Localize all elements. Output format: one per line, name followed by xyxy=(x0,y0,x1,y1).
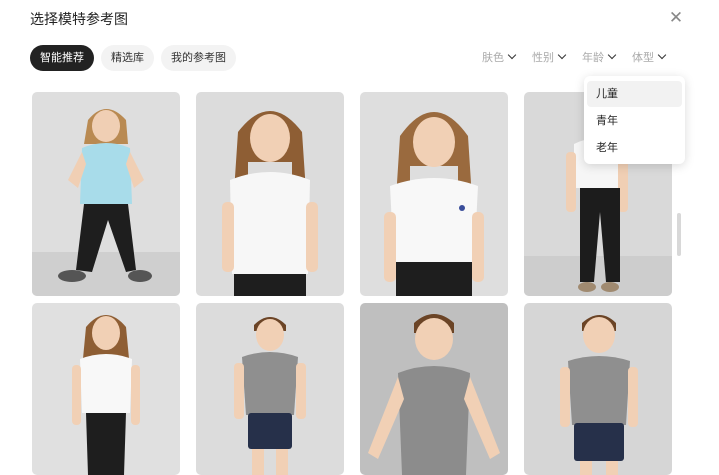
filter-label: 肤色 xyxy=(482,51,504,64)
model-image-card[interactable] xyxy=(32,92,180,296)
age-option-elderly[interactable]: 老年 xyxy=(587,135,682,161)
model-image-card[interactable] xyxy=(360,303,508,475)
chevron-down-icon xyxy=(607,50,617,60)
filter-age[interactable]: 年龄 xyxy=(582,50,617,66)
chevron-down-icon xyxy=(507,50,517,60)
chevron-down-icon xyxy=(657,50,667,60)
close-icon[interactable]: ✕ xyxy=(667,9,685,27)
model-image-card[interactable] xyxy=(32,303,180,475)
filter-label: 体型 xyxy=(632,51,654,64)
tab-curated-library[interactable]: 精选库 xyxy=(101,45,154,71)
scrollbar[interactable] xyxy=(677,213,681,256)
age-option-youth[interactable]: 青年 xyxy=(587,108,682,134)
tab-my-references[interactable]: 我的参考图 xyxy=(161,45,236,71)
source-tabs: 智能推荐 精选库 我的参考图 xyxy=(30,45,236,71)
filter-body-type[interactable]: 体型 xyxy=(632,50,667,66)
model-image-card[interactable] xyxy=(196,92,344,296)
model-image-card[interactable] xyxy=(360,92,508,296)
age-dropdown-menu: 儿童 青年 老年 xyxy=(584,76,685,164)
filter-label: 性别 xyxy=(532,51,554,64)
dialog-title: 选择模特参考图 xyxy=(30,12,128,28)
filter-gender[interactable]: 性别 xyxy=(532,50,567,66)
model-image-card[interactable] xyxy=(524,303,672,475)
model-image-card[interactable] xyxy=(196,303,344,475)
chevron-down-icon xyxy=(557,50,567,60)
tab-smart-recommend[interactable]: 智能推荐 xyxy=(30,45,94,71)
age-option-child[interactable]: 儿童 xyxy=(587,81,682,107)
filter-skin-tone[interactable]: 肤色 xyxy=(482,50,517,66)
filter-label: 年龄 xyxy=(582,51,604,64)
